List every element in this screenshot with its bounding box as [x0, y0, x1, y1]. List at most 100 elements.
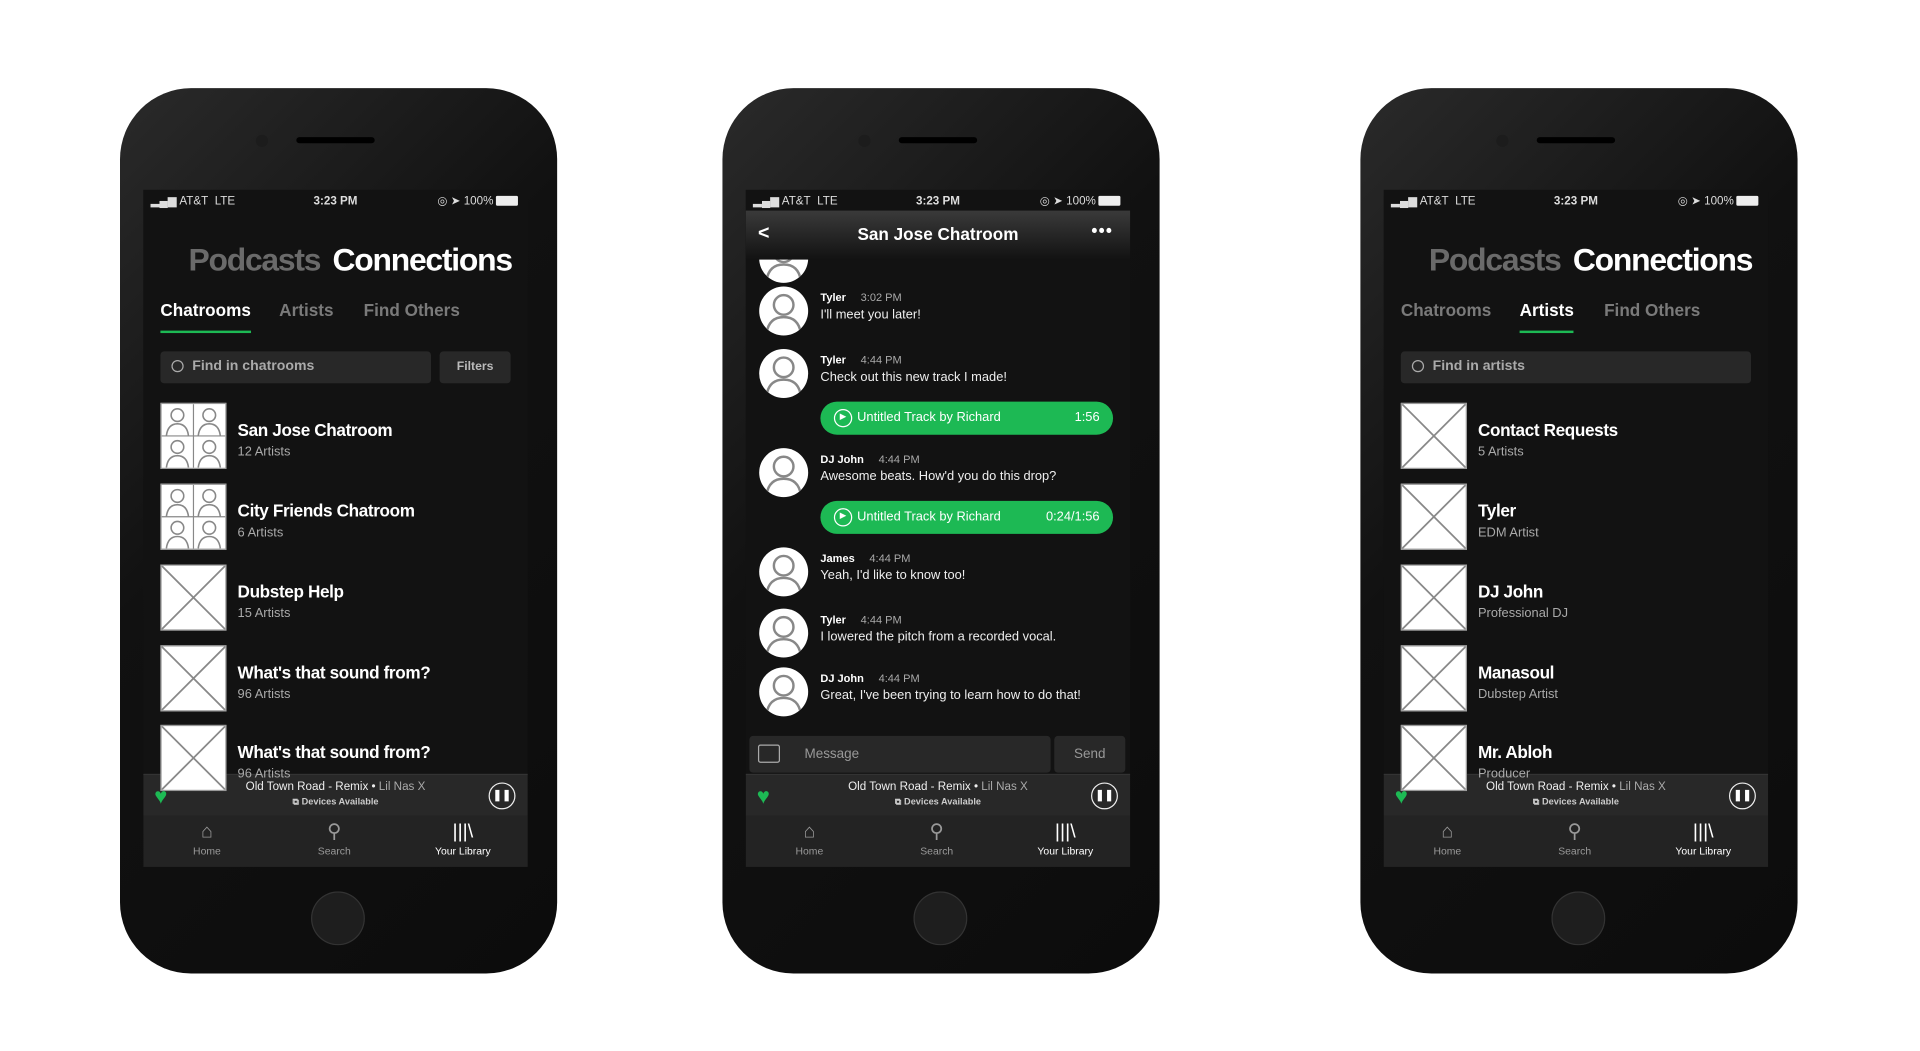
subtab-2[interactable]: Find Others	[364, 300, 460, 320]
thumbnail	[160, 402, 227, 469]
nav-home[interactable]: ⌂ Home	[1392, 820, 1502, 858]
search-icon	[1411, 360, 1425, 373]
tab-podcasts[interactable]: Podcasts	[1429, 241, 1562, 278]
item-title: San Jose Chatroom	[237, 420, 393, 440]
message-text: Great, I've been trying to learn how to …	[820, 688, 1081, 703]
list-item[interactable]: City Friends Chatroom 6 Artists	[160, 483, 515, 553]
item-title: City Friends Chatroom	[237, 500, 415, 521]
nav-label: Search	[920, 844, 954, 858]
subtab-2[interactable]: Find Others	[1604, 300, 1700, 320]
avatar[interactable]	[759, 286, 809, 336]
play-icon[interactable]: ▶	[833, 408, 853, 428]
pause-icon[interactable]: ❚❚	[1091, 782, 1118, 810]
home-button[interactable]	[311, 891, 365, 946]
back-icon[interactable]: <	[758, 211, 769, 258]
home-button[interactable]	[1551, 891, 1606, 946]
bottom-nav: ⌂ Home ⚲ Search |||\ Your Library	[1383, 815, 1769, 867]
avatar[interactable]	[759, 547, 809, 597]
search-input[interactable]: Find in artists	[1400, 351, 1752, 384]
list-item[interactable]: DJ John Professional DJ	[1400, 564, 1756, 633]
nav-label: Search	[317, 844, 351, 858]
item-title: Tyler	[1477, 500, 1516, 521]
devices-label[interactable]: Devices Available	[302, 796, 379, 807]
message: Tyler 4:44 PM Check out this new track I m…	[759, 348, 1126, 403]
list-item[interactable]: San Jose Chatroom 12 Artists	[160, 402, 515, 472]
phone-chatrooms: ▂▄▆ AT&T LTE 3:23 PM ◎ ➤ 100% ♥ Old Town Ro…	[120, 88, 558, 974]
list-item[interactable]: What's that sound from? 96 Artists	[160, 645, 515, 714]
screen-artists: ▂▄▆ AT&T LTE 3:23 PM ◎ ➤ 100% ♥ Old Town Ro…	[1383, 189, 1769, 867]
bottom-nav: ⌂ Home ⚲ Search |||\ Your Library	[745, 815, 1131, 867]
list-item[interactable]: Manasoul Dubstep Artist	[1400, 645, 1756, 714]
nav-search[interactable]: ⚲ Search	[1520, 820, 1630, 858]
subtab-0[interactable]: Chatrooms	[160, 300, 251, 334]
nav-library[interactable]: |||\ Your Library	[408, 820, 518, 858]
status-bar: ▂▄▆ AT&T LTE 3:23 PM ◎ ➤ 100%	[1384, 190, 1768, 212]
nav-library[interactable]: |||\ Your Library	[1010, 820, 1120, 858]
avatar[interactable]	[759, 448, 809, 498]
list-item[interactable]: What's that sound from? 96 Artists	[160, 724, 515, 794]
send-button[interactable]: Send	[1054, 735, 1126, 773]
section-tabs: icPodcastsConnections	[188, 241, 514, 279]
timestamp: 4:44 PM	[878, 672, 920, 685]
devices-label[interactable]: Devices Available	[1542, 796, 1619, 807]
status-bar: ▂▄▆ AT&T LTE 3:23 PM ◎ ➤ 100%	[143, 190, 527, 212]
nav-home[interactable]: ⌂ Home	[152, 820, 262, 858]
thumbnail	[160, 724, 227, 792]
subtab-0[interactable]: Chatrooms	[1401, 300, 1491, 320]
sender-name: DJ John	[820, 453, 864, 466]
tab-connections[interactable]: Connections	[1573, 241, 1754, 278]
item-title: Contact Requests	[1477, 420, 1618, 440]
nav-label: Your Library	[1675, 844, 1732, 858]
battery-icon	[495, 195, 518, 206]
tab-connections[interactable]: Connections	[333, 241, 514, 278]
avatar[interactable]	[759, 667, 809, 717]
subtab-1[interactable]: Artists	[1519, 300, 1575, 334]
list-item[interactable]: Tyler EDM Artist	[1400, 483, 1756, 553]
avatar[interactable]	[759, 348, 809, 398]
more-icon[interactable]: •••	[1091, 207, 1113, 254]
devices-icon[interactable]: ⧉	[895, 796, 902, 807]
nav-library[interactable]: |||\ Your Library	[1648, 820, 1758, 858]
tab-podcasts[interactable]: Podcasts	[188, 241, 321, 278]
camera	[255, 134, 269, 147]
battery-icon	[1736, 195, 1759, 206]
list-item[interactable]: Dubstep Help 15 Artists	[160, 564, 515, 633]
camera-icon[interactable]	[757, 744, 781, 763]
avatar[interactable]	[759, 608, 809, 658]
thumbnail	[1400, 564, 1467, 631]
nav-home[interactable]: ⌂ Home	[754, 820, 864, 858]
item-subtitle: Producer	[1477, 766, 1531, 782]
thumbnail	[160, 483, 227, 550]
home-icon: ⌂	[803, 821, 816, 843]
search-input[interactable]: Find in chatrooms	[160, 351, 432, 384]
play-icon[interactable]: ▶	[833, 508, 853, 527]
devices-icon[interactable]: ⧉	[292, 796, 299, 807]
nav-label: Your Library	[1037, 844, 1094, 858]
speaker	[296, 137, 375, 144]
now-playing-bar[interactable]: ♥ Old Town Road - Remix • Lil Nas X ⧉ Devi…	[745, 773, 1131, 816]
list-item[interactable]: Mr. Abloh Producer	[1400, 724, 1756, 794]
nav-search[interactable]: ⚲ Search	[882, 820, 992, 858]
devices-label[interactable]: Devices Available	[904, 796, 981, 807]
item-subtitle: 96 Artists	[237, 686, 291, 702]
item-subtitle: 6 Artists	[237, 525, 284, 541]
nav-label: Home	[1433, 844, 1462, 858]
camera	[1496, 134, 1509, 147]
subtab-1[interactable]: Artists	[279, 300, 333, 320]
item-title: Dubstep Help	[237, 581, 344, 602]
library-icon: |||\	[1692, 821, 1714, 843]
devices-icon[interactable]: ⧉	[1533, 796, 1540, 807]
list-item[interactable]: Contact Requests 5 Artists	[1400, 402, 1756, 472]
item-subtitle: Professional DJ	[1477, 606, 1568, 621]
track-attachment[interactable]: ▶ Untitled Track by Richard 0:24/1:56	[820, 500, 1114, 534]
message-input[interactable]: Message	[749, 735, 1051, 773]
nav-search[interactable]: ⚲ Search	[279, 820, 389, 858]
filters-button[interactable]: Filters	[439, 351, 511, 384]
home-button[interactable]	[913, 891, 968, 946]
battery-level: 100%	[463, 194, 494, 209]
track-attachment[interactable]: ▶ Untitled Track by Richard 1:56	[820, 401, 1114, 435]
message-text: I'll meet you later!	[820, 307, 921, 323]
search-placeholder: Find in chatrooms	[192, 358, 315, 374]
thumbnail	[1400, 724, 1467, 792]
item-title: DJ John	[1477, 581, 1544, 602]
